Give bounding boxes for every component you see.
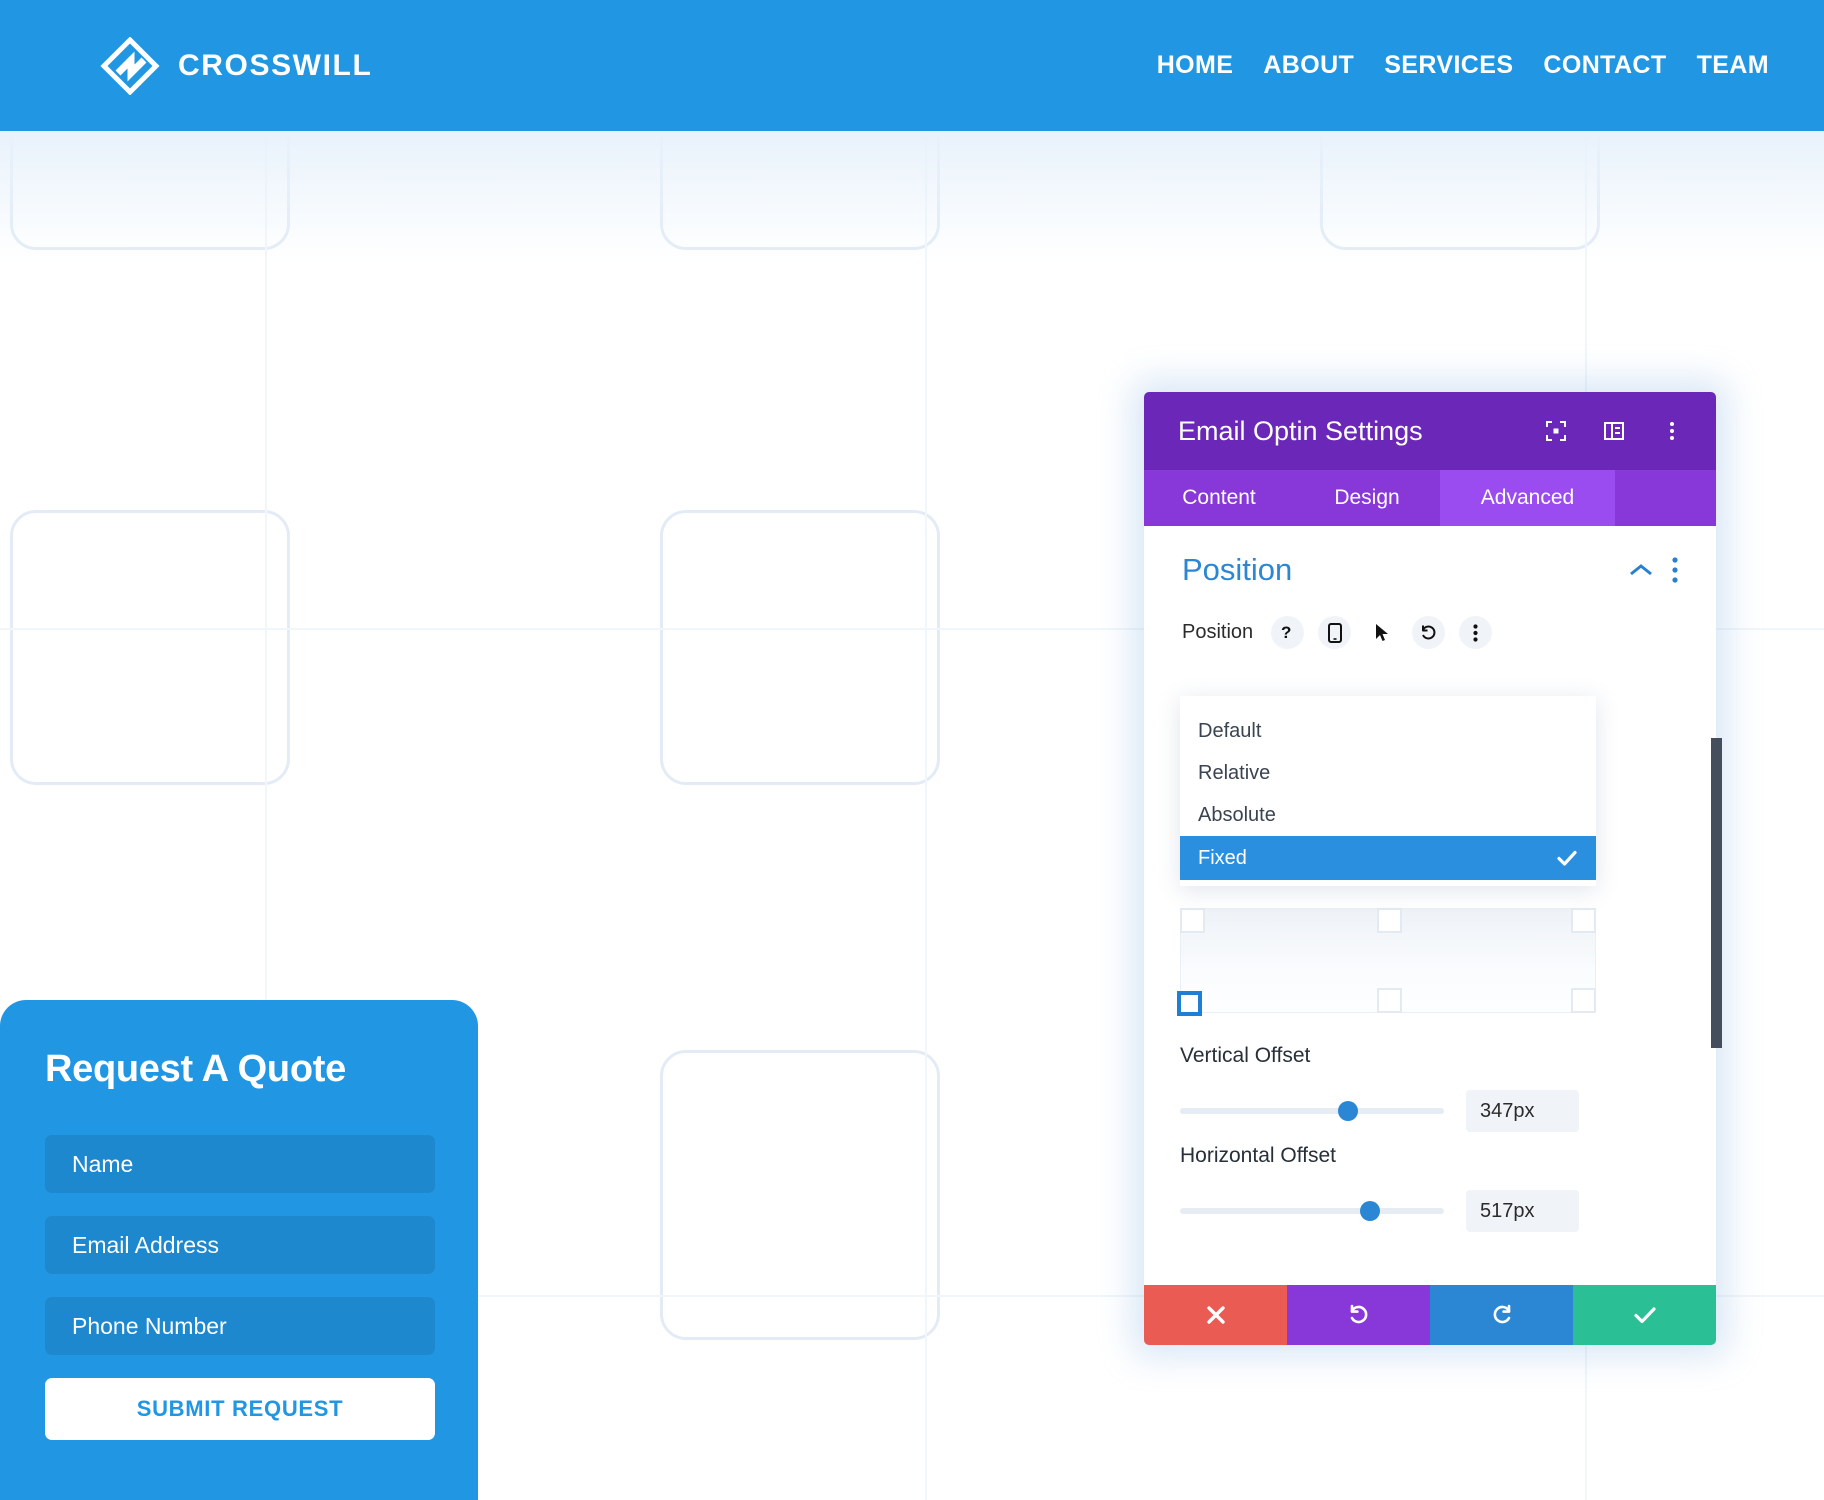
page-root: CROSSWILL HOME ABOUT SERVICES CONTACT TE… [0, 0, 1824, 1500]
position-field-label: Position [1182, 621, 1254, 643]
dropdown-option-relative[interactable]: Relative [1180, 752, 1596, 794]
modal-footer [1144, 1285, 1716, 1345]
save-button[interactable] [1573, 1285, 1716, 1345]
nav-item-about[interactable]: ABOUT [1263, 51, 1354, 80]
svg-text:?: ? [1281, 623, 1291, 642]
submit-request-button[interactable]: SUBMIT REQUEST [45, 1378, 435, 1440]
cursor-hover-icon[interactable] [1365, 616, 1398, 649]
slider-track [1180, 1108, 1444, 1114]
checkmark-icon [1633, 1305, 1657, 1325]
brand-name: CROSSWILL [178, 48, 373, 82]
chevron-up-icon[interactable] [1628, 562, 1654, 578]
more-vertical-icon[interactable] [1672, 557, 1678, 583]
anchor-top-right[interactable] [1571, 908, 1596, 933]
horizontal-offset-value[interactable]: 517px [1466, 1190, 1579, 1232]
vertical-offset-slider[interactable] [1180, 1101, 1444, 1121]
vertical-scrollbar[interactable] [1711, 738, 1722, 1048]
anchor-top-center[interactable] [1377, 908, 1402, 933]
brand-logo[interactable]: CROSSWILL [100, 36, 373, 95]
anchor-bottom-center[interactable] [1377, 988, 1402, 1013]
nav-item-home[interactable]: HOME [1157, 51, 1234, 80]
modal-title: Email Optin Settings [1178, 415, 1423, 446]
modal-header-actions [1544, 419, 1684, 443]
position-anchor-grid[interactable] [1177, 908, 1596, 1016]
position-section-title: Position [1182, 552, 1293, 587]
more-vertical-icon[interactable] [1459, 616, 1493, 649]
reset-undo-icon[interactable] [1412, 616, 1446, 649]
dropdown-option-default[interactable]: Default [1180, 710, 1596, 752]
name-input[interactable] [45, 1135, 435, 1193]
main-navigation: HOME ABOUT SERVICES CONTACT TEAM [1157, 51, 1769, 80]
position-dropdown-list: Default Relative Absolute Fixed [1180, 696, 1596, 886]
position-section-actions [1628, 557, 1678, 583]
position-field-row: Position ? [1182, 616, 1678, 649]
horizontal-offset-control: Horizontal Offset 517px [1180, 1144, 1596, 1232]
cancel-button[interactable] [1144, 1285, 1287, 1345]
position-section-header: Position [1182, 526, 1678, 588]
vertical-offset-control: Vertical Offset 347px [1180, 1044, 1596, 1132]
vertical-offset-value[interactable]: 347px [1466, 1090, 1579, 1132]
slider-track [1180, 1208, 1444, 1214]
horizontal-offset-label: Horizontal Offset [1180, 1144, 1337, 1167]
phone-input[interactable] [45, 1297, 435, 1355]
layout-panel-icon[interactable] [1602, 419, 1626, 443]
responsive-mobile-icon[interactable] [1318, 616, 1352, 649]
nav-item-team[interactable]: TEAM [1697, 51, 1769, 80]
dropdown-option-fixed-label: Fixed [1198, 846, 1247, 869]
tab-advanced[interactable]: Advanced [1440, 470, 1615, 526]
nav-item-contact[interactable]: CONTACT [1543, 51, 1666, 80]
vertical-offset-label: Vertical Offset [1180, 1044, 1311, 1067]
crosswill-diamond-logo-icon [100, 36, 160, 95]
slider-thumb[interactable] [1360, 1201, 1380, 1221]
tab-content[interactable]: Content [1144, 470, 1294, 526]
modal-body: Position Position ? Default Relative Abs… [1144, 526, 1716, 1285]
checkmark-icon [1556, 849, 1578, 867]
undo-button[interactable] [1287, 1285, 1430, 1345]
modal-header: Email Optin Settings [1144, 392, 1716, 470]
quote-form-title: Request A Quote [45, 1048, 346, 1090]
redo-button[interactable] [1430, 1285, 1573, 1345]
undo-icon [1347, 1303, 1371, 1327]
site-header: CROSSWILL HOME ABOUT SERVICES CONTACT TE… [0, 0, 1824, 131]
redo-icon [1490, 1303, 1514, 1327]
anchor-top-left[interactable] [1180, 908, 1205, 933]
nav-item-services[interactable]: SERVICES [1384, 51, 1513, 80]
modal-tabs: Content Design Advanced [1144, 470, 1716, 526]
anchor-bottom-left[interactable] [1177, 991, 1202, 1016]
anchor-bottom-right[interactable] [1571, 988, 1596, 1013]
dropdown-option-absolute[interactable]: Absolute [1180, 794, 1596, 836]
slider-thumb[interactable] [1338, 1101, 1358, 1121]
email-optin-settings-modal: Email Optin Settings Content Design Adva… [1144, 392, 1722, 1345]
email-input[interactable] [45, 1216, 435, 1274]
tab-design[interactable]: Design [1294, 470, 1440, 526]
dropdown-option-fixed[interactable]: Fixed [1180, 836, 1596, 880]
more-vertical-icon[interactable] [1660, 419, 1684, 443]
request-quote-form: Request A Quote SUBMIT REQUEST [0, 1000, 478, 1500]
focus-expand-icon[interactable] [1544, 419, 1568, 443]
horizontal-offset-slider[interactable] [1180, 1201, 1444, 1221]
close-x-icon [1205, 1304, 1227, 1326]
help-icon[interactable]: ? [1271, 616, 1305, 649]
